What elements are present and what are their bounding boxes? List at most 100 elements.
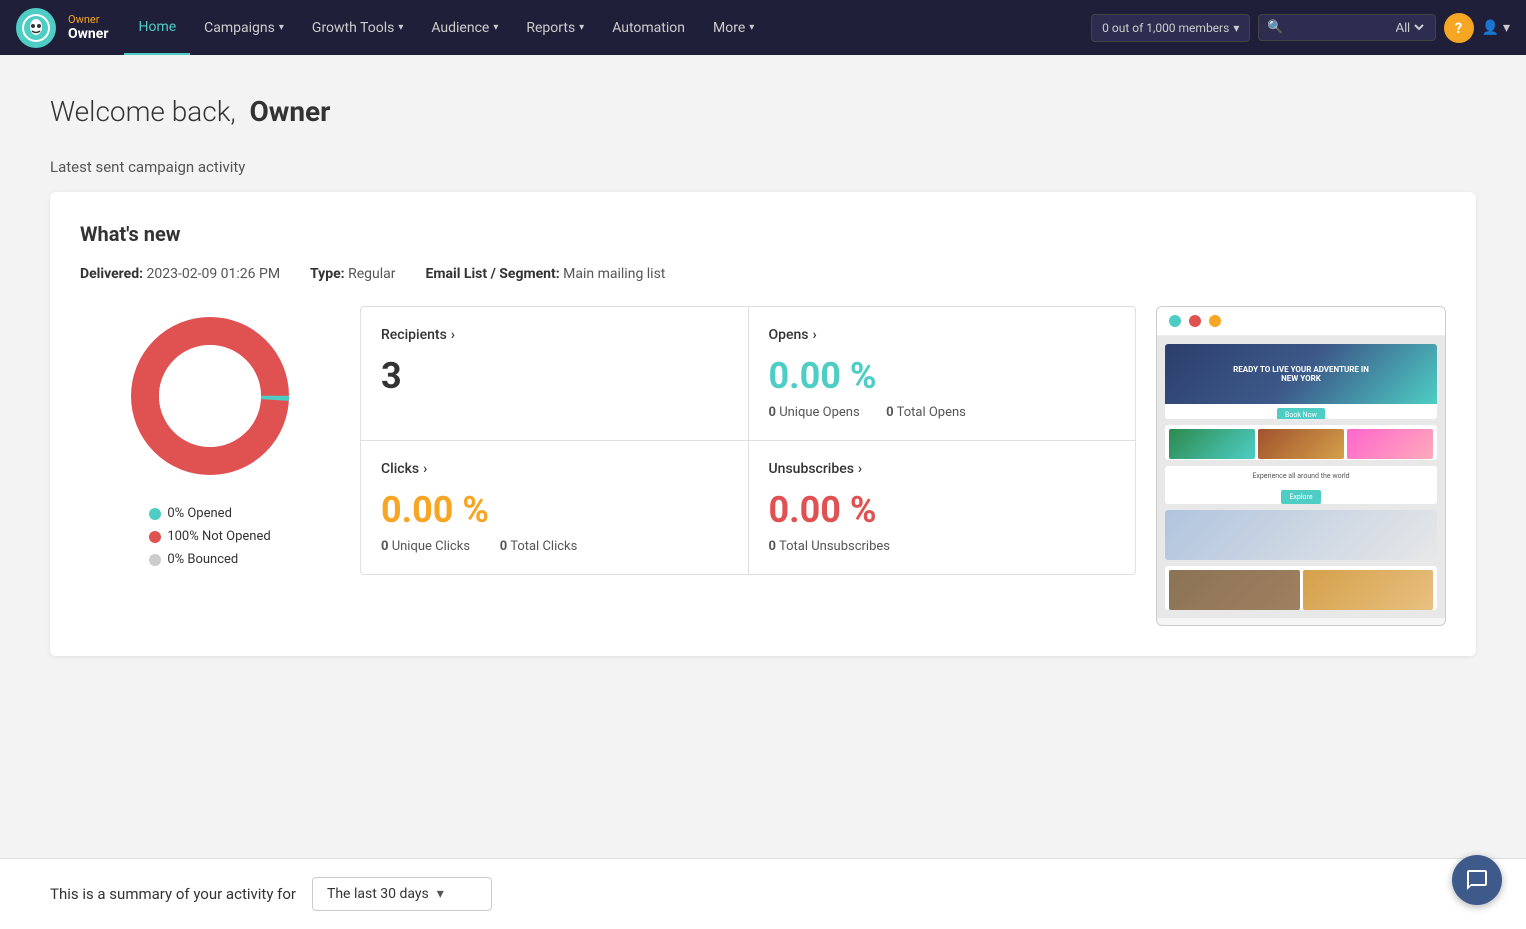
- user-chevron: ▾: [1503, 20, 1510, 36]
- search-input[interactable]: [1288, 20, 1388, 35]
- preview-cta-btn-2: Explore: [1281, 490, 1320, 504]
- unsubscribes-label: Unsubscribes: [769, 461, 854, 477]
- legend-opened-label: 0% Opened: [167, 506, 232, 521]
- help-button[interactable]: ?: [1444, 13, 1474, 43]
- preview-hero-block: Ready to live your adventure inNew York …: [1165, 344, 1437, 419]
- clicks-total: 0 Total Clicks: [500, 539, 588, 554]
- stat-opens: Opens › 0.00 % 0 Unique Opens 0 Total Op…: [749, 307, 1136, 440]
- period-select[interactable]: The last 30 days ▾: [312, 877, 492, 911]
- preview-window: Ready to live your adventure inNew York …: [1156, 306, 1446, 626]
- delivered-label: Delivered:: [80, 266, 143, 282]
- search-box[interactable]: 🔍 All: [1258, 14, 1435, 41]
- opens-link[interactable]: Opens ›: [769, 327, 1116, 343]
- user-icon: 👤: [1482, 20, 1499, 36]
- legend-bounced-label: 0% Bounced: [167, 552, 238, 567]
- section-label: Latest sent campaign activity: [50, 158, 1476, 176]
- preview-body: Ready to live your adventure inNew York …: [1157, 336, 1445, 618]
- stat-unsubscribes: Unsubscribes › 0.00 % 0 Total Unsubscrib…: [749, 441, 1136, 574]
- search-filter[interactable]: All: [1392, 19, 1427, 36]
- preview-large-img: [1165, 510, 1437, 560]
- clicks-link[interactable]: Clicks ›: [381, 461, 728, 477]
- delivered-value: 2023-02-09 01:26 PM: [147, 266, 281, 282]
- preview-hero-img: Ready to live your adventure inNew York: [1165, 344, 1437, 404]
- preview-text-block: Experience all around the world Explore: [1165, 466, 1437, 504]
- nav-audience[interactable]: Audience ▾: [417, 0, 512, 55]
- recipients-link[interactable]: Recipients ›: [381, 327, 728, 343]
- members-count: 0 out of 1,000 members: [1102, 21, 1229, 35]
- stats-grid: Recipients › 3 Opens › 0.00 % 0: [360, 306, 1136, 575]
- members-badge[interactable]: 0 out of 1,000 members ▾: [1091, 14, 1250, 42]
- preview-section: Ready to live your adventure inNew York …: [1156, 306, 1446, 626]
- period-label: The last 30 days: [327, 886, 429, 902]
- legend-dot-not-opened: [149, 531, 161, 543]
- brand-label: Owner: [68, 13, 108, 26]
- brand[interactable]: Owner Owner: [68, 13, 108, 42]
- welcome-name: Owner: [249, 95, 330, 128]
- recipients-label: Recipients: [381, 327, 447, 343]
- clicks-sub: 0 Unique Clicks 0 Total Clicks: [381, 539, 728, 554]
- preview-bottom-block: [1165, 566, 1437, 610]
- preview-grid-3: [1347, 429, 1433, 459]
- opens-sub: 0 Unique Opens 0 Total Opens: [769, 405, 1116, 420]
- donut-chart: [120, 306, 300, 486]
- clicks-arrow: ›: [423, 461, 427, 477]
- recipients-arrow: ›: [451, 327, 455, 343]
- nav-more[interactable]: More ▾: [699, 0, 768, 55]
- unsubscribes-arrow: ›: [858, 461, 862, 477]
- nav-home-label: Home: [138, 19, 176, 35]
- preview-dot-3: [1209, 315, 1221, 327]
- legend-dot-opened: [149, 508, 161, 520]
- nav-home[interactable]: Home: [124, 0, 190, 55]
- nav-reports-label: Reports: [526, 20, 575, 36]
- nav-audience-chevron: ▾: [493, 22, 498, 33]
- main-content: Welcome back, Owner Latest sent campaign…: [0, 55, 1526, 869]
- nav-reports-chevron: ▾: [579, 22, 584, 33]
- type-value: Regular: [348, 266, 395, 282]
- recipients-value: 3: [381, 355, 728, 397]
- nav-more-label: More: [713, 20, 745, 36]
- nav-growth-tools-chevron: ▾: [398, 22, 403, 33]
- brand-name: Owner: [68, 26, 108, 42]
- nav-growth-tools-label: Growth Tools: [312, 20, 394, 36]
- opens-pct: 0.00 %: [769, 355, 1116, 397]
- preview-text: Experience all around the world: [1165, 466, 1437, 486]
- chat-button[interactable]: [1452, 855, 1502, 905]
- preview-grid-1: [1169, 429, 1255, 459]
- stat-recipients: Recipients › 3: [361, 307, 748, 440]
- email-list-label: Email List / Segment:: [426, 266, 560, 282]
- welcome-text: Welcome back,: [50, 95, 236, 128]
- preview-grid: [1165, 425, 1437, 460]
- preview-grid-2: [1258, 429, 1344, 459]
- unsubscribes-pct: 0.00 %: [769, 489, 1116, 531]
- legend-dot-bounced: [149, 554, 161, 566]
- nav-more-chevron: ▾: [749, 22, 754, 33]
- preview-dot-1: [1169, 315, 1181, 327]
- user-button[interactable]: 👤 ▾: [1482, 20, 1510, 36]
- nav-automation[interactable]: Automation: [598, 0, 699, 55]
- logo[interactable]: [16, 8, 56, 48]
- unsubscribes-sub: 0 Total Unsubscribes: [769, 539, 1116, 554]
- nav-growth-tools[interactable]: Growth Tools ▾: [298, 0, 417, 55]
- nav-reports[interactable]: Reports ▾: [512, 0, 598, 55]
- opens-label: Opens: [769, 327, 809, 343]
- navbar: Owner Owner Home Campaigns ▾ Growth Tool…: [0, 0, 1526, 55]
- unsubscribes-link[interactable]: Unsubscribes ›: [769, 461, 1116, 477]
- nav-campaigns[interactable]: Campaigns ▾: [190, 0, 298, 55]
- nav-audience-label: Audience: [431, 20, 489, 36]
- opens-unique: 0 Unique Opens: [769, 405, 873, 420]
- nav-campaigns-chevron: ▾: [279, 22, 284, 33]
- nav-right: 0 out of 1,000 members ▾ 🔍 All ? 👤 ▾: [1091, 13, 1510, 43]
- email-list-info: Email List / Segment: Main mailing list: [426, 266, 666, 282]
- type-label: Type:: [310, 266, 345, 282]
- search-icon: 🔍: [1267, 20, 1283, 35]
- clicks-pct: 0.00 %: [381, 489, 728, 531]
- campaign-card: What's new Delivered: 2023-02-09 01:26 P…: [50, 192, 1476, 656]
- preview-large-block: [1165, 510, 1437, 560]
- legend-bounced: 0% Bounced: [149, 552, 270, 567]
- nav-items: Home Campaigns ▾ Growth Tools ▾ Audience…: [124, 0, 1087, 55]
- donut-section: 0% Opened 100% Not Opened 0% Bounced: [80, 306, 340, 567]
- stat-clicks: Clicks › 0.00 % 0 Unique Clicks 0 Total …: [361, 441, 748, 574]
- help-icon: ?: [1455, 19, 1462, 37]
- donut-legend: 0% Opened 100% Not Opened 0% Bounced: [149, 506, 270, 567]
- preview-bottom-2: [1303, 570, 1434, 610]
